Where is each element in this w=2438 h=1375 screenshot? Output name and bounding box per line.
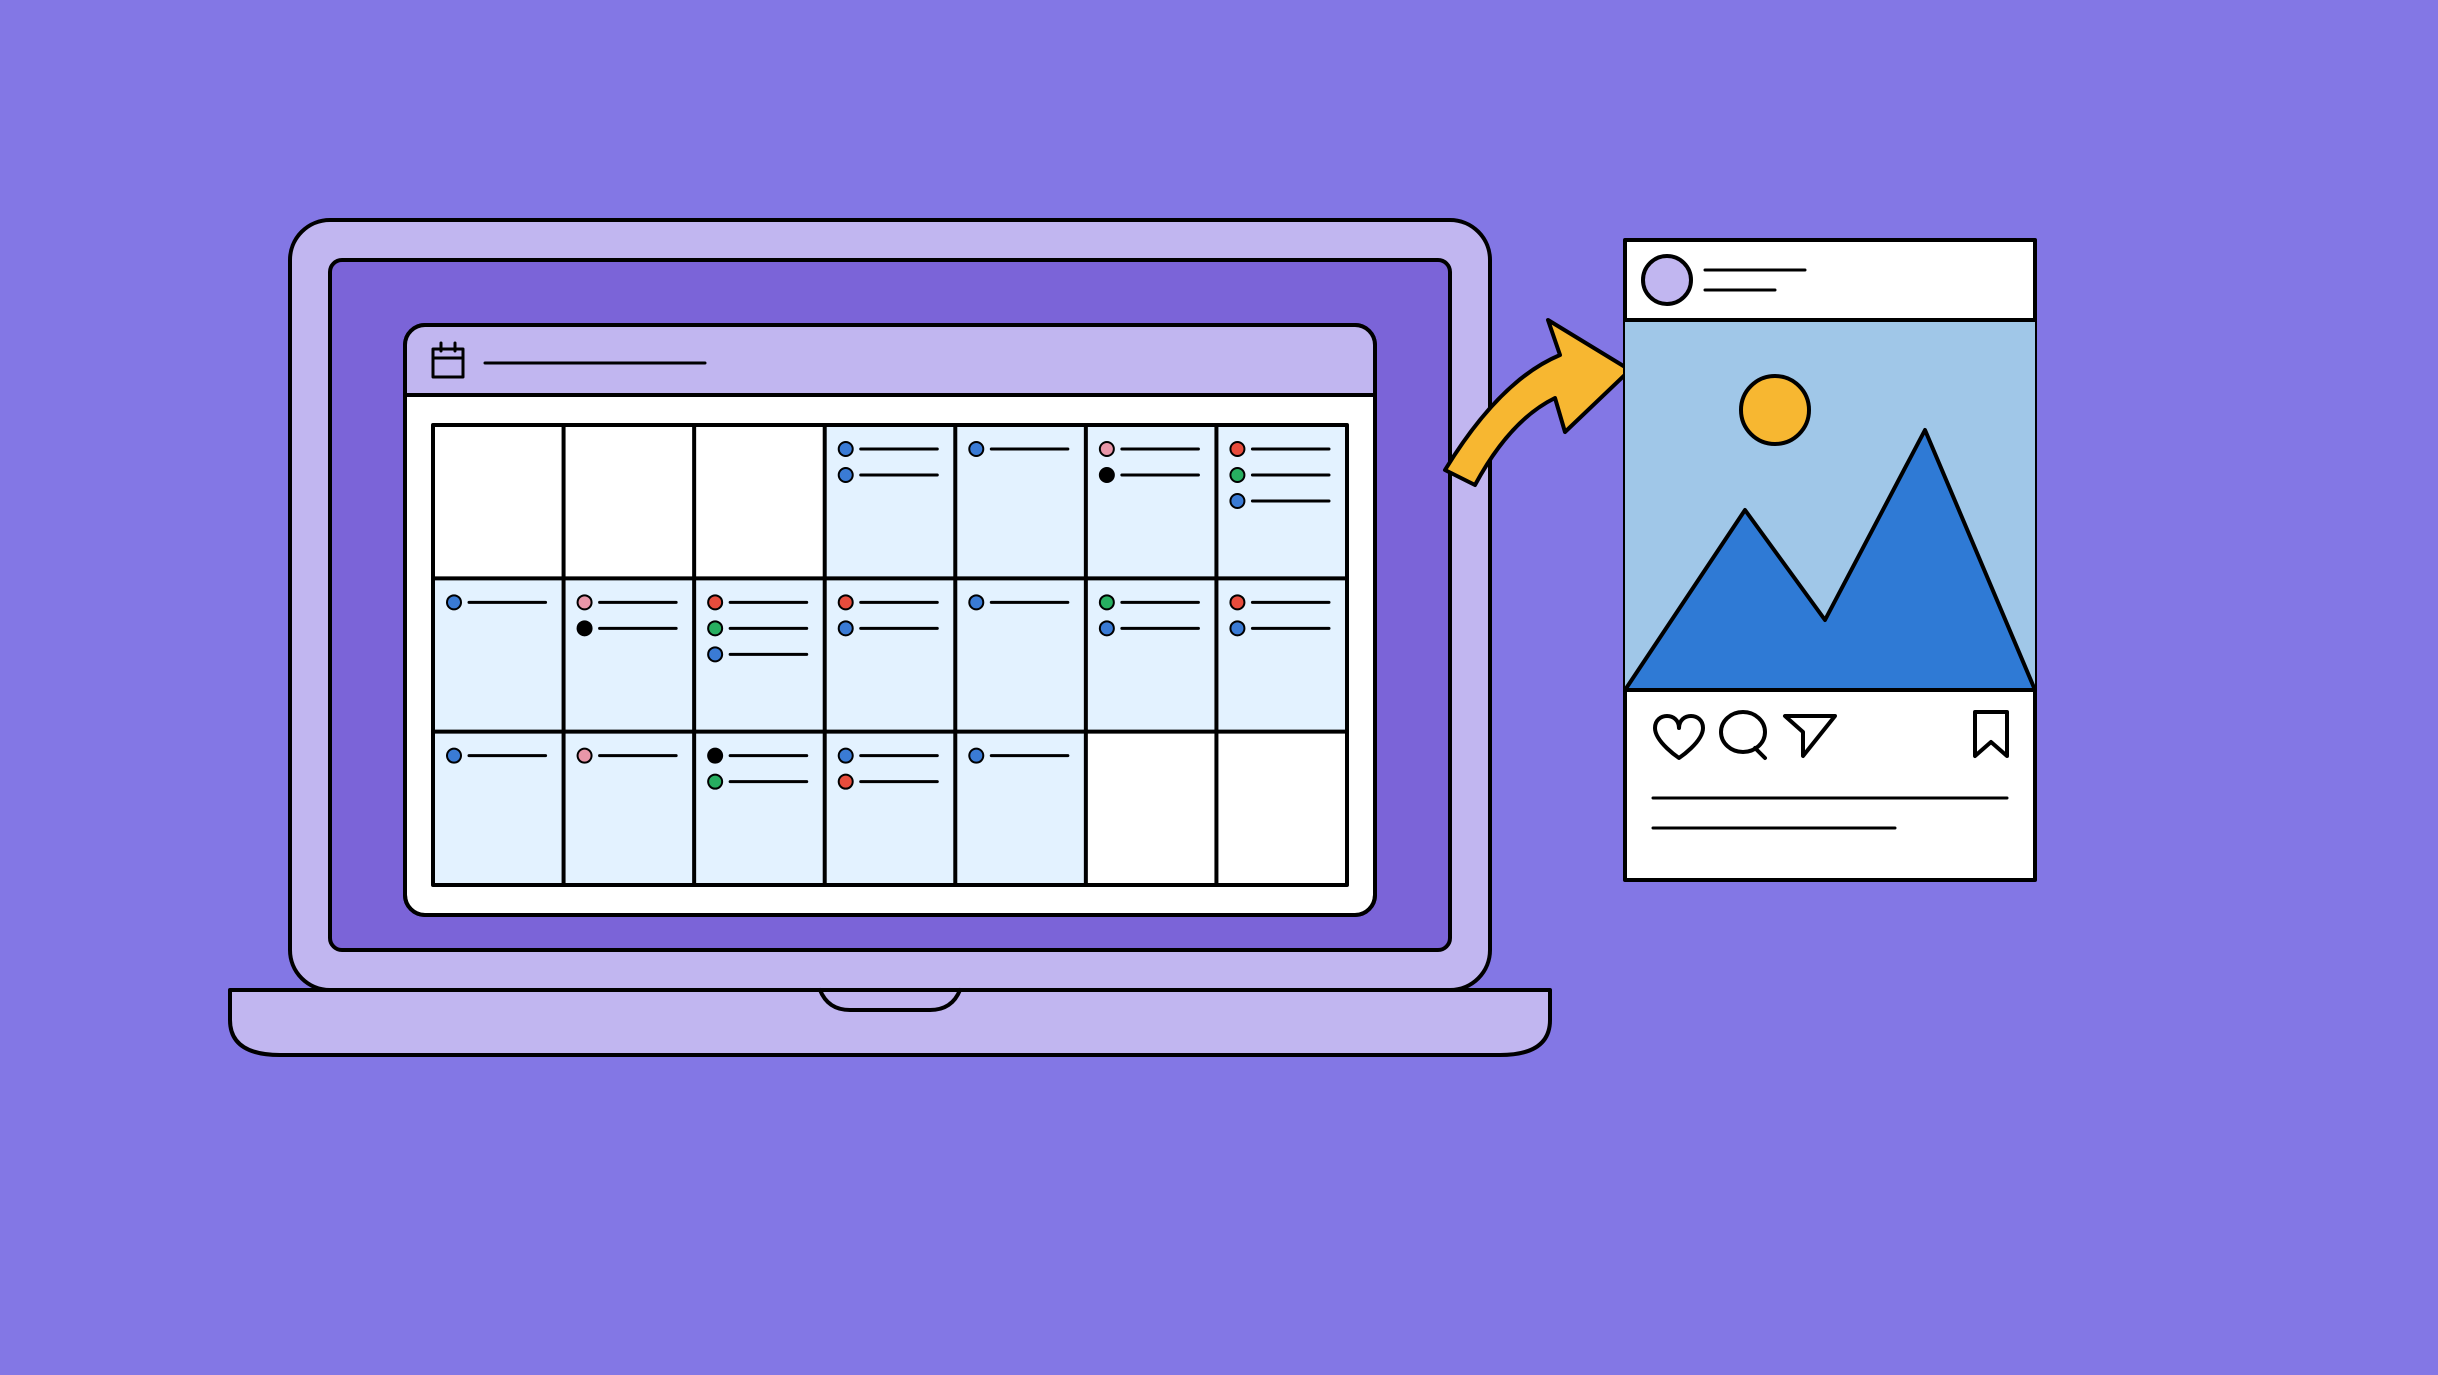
calendar-cell[interactable] [955, 425, 1086, 578]
calendar-cell[interactable] [1086, 578, 1217, 731]
calendar-cell[interactable] [955, 578, 1086, 731]
sun-icon [1741, 376, 1809, 444]
calendar-cell[interactable] [433, 578, 564, 731]
illustration [0, 0, 2438, 1375]
calendar-cell[interactable] [433, 732, 564, 885]
calendar-cell[interactable] [694, 425, 825, 578]
calendar-cell[interactable] [564, 425, 695, 578]
calendar-grid [433, 425, 1347, 885]
avatar[interactable] [1643, 256, 1691, 304]
calendar-cell[interactable] [564, 578, 695, 731]
calendar-cell[interactable] [694, 578, 825, 731]
social-post-card [1625, 240, 2035, 880]
calendar-cell[interactable] [1216, 732, 1347, 885]
calendar-cell[interactable] [694, 732, 825, 885]
calendar-cell[interactable] [564, 732, 695, 885]
calendar-window [405, 325, 1375, 915]
calendar-cell[interactable] [1086, 425, 1217, 578]
calendar-cell[interactable] [1216, 578, 1347, 731]
calendar-cell[interactable] [825, 425, 956, 578]
calendar-cell[interactable] [825, 732, 956, 885]
calendar-cell[interactable] [955, 732, 1086, 885]
calendar-cell[interactable] [1216, 425, 1347, 578]
calendar-cell[interactable] [825, 578, 956, 731]
calendar-cell[interactable] [433, 425, 564, 578]
calendar-cell[interactable] [1086, 732, 1217, 885]
